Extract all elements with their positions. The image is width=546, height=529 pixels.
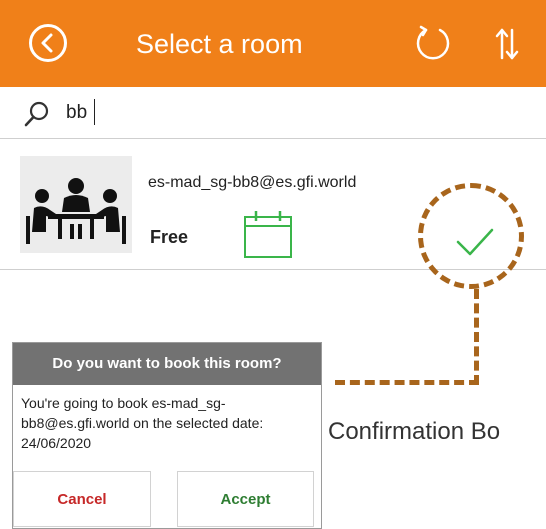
back-button[interactable] (29, 24, 67, 62)
search-bar (0, 87, 546, 139)
annotation-connector (335, 380, 479, 385)
room-email: es-mad_sg-bb8@es.gfi.world (148, 174, 357, 191)
search-icon (24, 101, 49, 127)
annotation-highlight-circle (418, 183, 524, 289)
dialog-title: Do you want to book this room? (13, 343, 321, 385)
dialog-message: You're going to book es-mad_sg-bb8@es.gf… (21, 395, 264, 451)
app-header: Select a room (0, 0, 546, 87)
text-cursor (94, 99, 95, 125)
refresh-button[interactable] (412, 22, 454, 64)
back-arrow-circle-icon (41, 33, 53, 53)
confirmation-dialog: Do you want to book this room? You're go… (12, 342, 322, 529)
accept-button[interactable]: Accept (177, 471, 314, 527)
meeting-room-icon (20, 156, 132, 253)
sort-button[interactable] (492, 26, 522, 62)
calendar-button[interactable] (242, 209, 294, 261)
room-thumbnail (20, 156, 132, 253)
annotation-connector (474, 289, 479, 385)
cancel-button[interactable]: Cancel (13, 471, 151, 527)
calendar-icon (244, 211, 292, 258)
page-title: Select a room (136, 29, 303, 59)
room-status: Free (150, 227, 189, 247)
refresh-icon (416, 25, 450, 60)
sort-icon (495, 28, 519, 60)
annotation-label: Confirmation Bo (328, 418, 501, 445)
search-input[interactable] (66, 97, 526, 129)
